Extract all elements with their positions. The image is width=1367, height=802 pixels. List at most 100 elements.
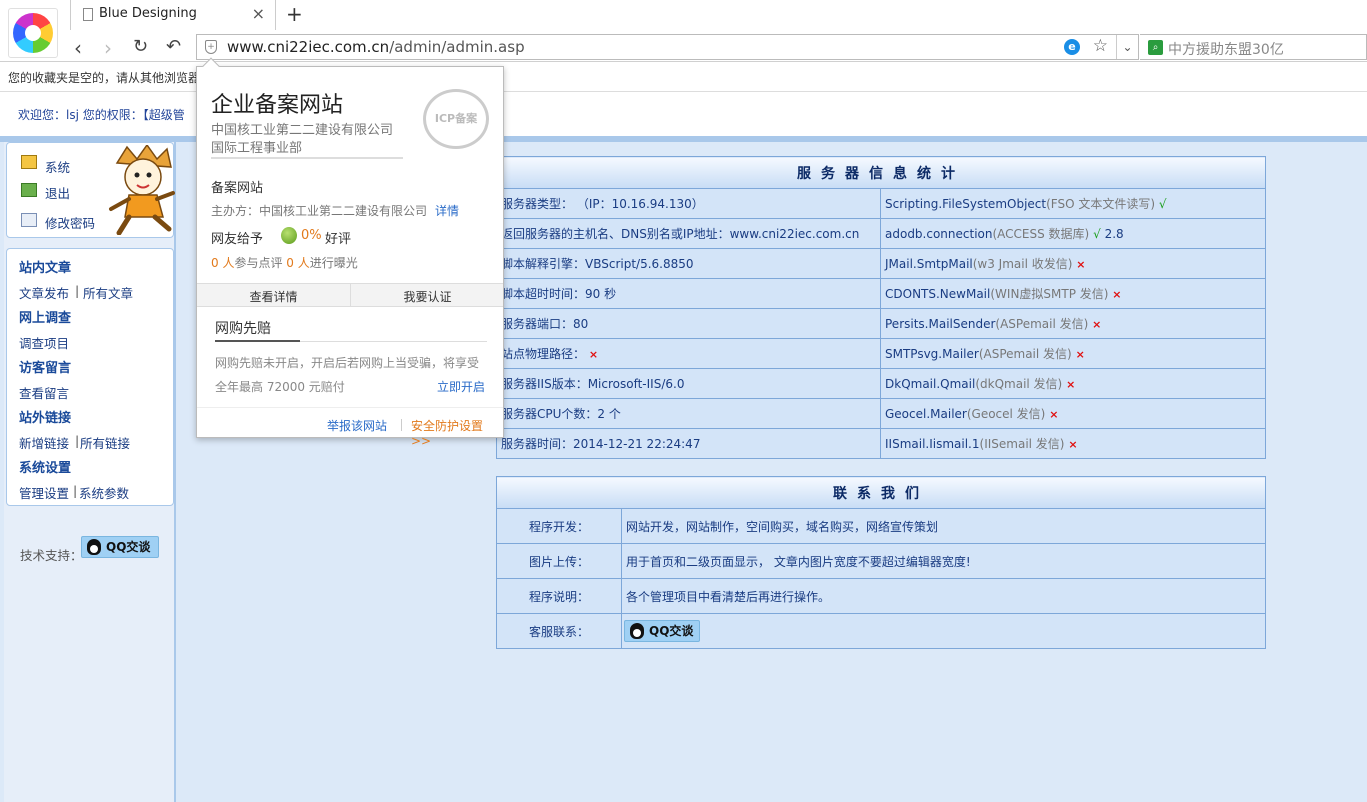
table-row: 程序说明： 各个管理项目中看清楚后再进行操作。	[496, 578, 1266, 614]
contact-label: 图片上传：	[496, 543, 622, 579]
address-bar[interactable]: + www.cni22iec.com.cn/admin/admin.asp e …	[196, 34, 1139, 60]
welcome-text: 欢迎您：lsj 您的权限：【超级管	[18, 108, 185, 122]
popup-detail-link[interactable]: 详情	[435, 204, 459, 218]
sidebar-heading-guestbook: 访客留言	[19, 361, 72, 376]
qq-chat-label: QQ交谈	[106, 540, 151, 554]
mascot-image	[109, 145, 175, 235]
contact-title: 联系我们	[496, 476, 1266, 509]
component-cell: Scripting.FileSystemObject(FSO 文本文件读写) √	[880, 188, 1266, 219]
table-row: 返回服务器的主机名、DNS别名或IP地址：www.cni22iec.com.cn…	[496, 218, 1266, 249]
shield-icon[interactable]: +	[205, 40, 217, 54]
server-info-table: 服务器信息统计 服务器类型： （IP：10.16.94.130） Scripti…	[496, 156, 1266, 459]
ie-mode-icon[interactable]: e	[1064, 39, 1080, 55]
component-cell: adodb.connection(ACCESS 数据库) √ 2.8	[880, 218, 1266, 249]
table-row: 服务器IIS版本：Microsoft-IIS/6.0 DkQmail.Qmail…	[496, 368, 1266, 399]
tab-blue-designing[interactable]: Blue Designing ×	[70, 0, 276, 30]
sidebar-link-all-articles[interactable]: 所有文章	[83, 283, 133, 302]
apple-icon	[281, 227, 297, 244]
table-row: 站点物理路径： × SMTPsvg.Mailer(ASPemail 发信) ×	[496, 338, 1266, 369]
tech-support-label: 技术支持：	[20, 548, 83, 563]
table-row: 客服联系：	[496, 613, 1266, 649]
contact-value: 网站开发，网站制作，空间购买，域名购买，网络宣传策划	[621, 508, 1266, 544]
server-info-cell: 服务器时间：2014-12-21 22:24:47	[496, 428, 881, 459]
qq-chat-label: QQ交谈	[649, 624, 694, 638]
popup-title: 企业备案网站	[211, 93, 344, 118]
chevron-down-icon[interactable]: ⌄	[1116, 35, 1138, 59]
component-cell: Geocel.Mailer(Geocel 发信) ×	[880, 398, 1266, 429]
sidebar-link-survey-items[interactable]: 调查项目	[19, 333, 69, 352]
sidebar-link-view-messages[interactable]: 查看留言	[19, 383, 69, 402]
popup-button-row: 查看详情 我要认证	[197, 283, 503, 307]
view-details-button[interactable]: 查看详情	[197, 288, 350, 305]
search-icon: ⌕	[1148, 40, 1163, 55]
download-icon	[21, 183, 37, 197]
server-info-cell: 服务器CPU个数：2 个	[496, 398, 881, 429]
table-row: 服务器类型： （IP：10.16.94.130） Scripting.FileS…	[496, 188, 1266, 219]
security-settings-link[interactable]: 安全防护设置>>	[411, 417, 503, 448]
popup-organizer: 主办方：中国核工业第二二建设有限公司 详情	[211, 204, 460, 218]
table-row: 程序开发： 网站开发，网站制作，空间购买，域名购买，网络宣传策划	[496, 508, 1266, 544]
popup-buy-max: 全年最高 72000 元赔付	[215, 380, 345, 394]
contact-value: 各个管理项目中看清楚后再进行操作。	[621, 578, 1266, 614]
table-row: 服务器CPU个数：2 个 Geocel.Mailer(Geocel 发信) ×	[496, 398, 1266, 429]
sidebar-link-add-link[interactable]: 新增链接	[19, 433, 69, 452]
favorites-empty-text: 您的收藏夹是空的，请从其他浏览器	[8, 71, 201, 85]
report-site-link[interactable]: 举报该网站	[327, 417, 387, 434]
sidebar: 系统 退出 修改密码 站内文章 文章发布 | 所有文章 网上调查 调查项目 访客…	[4, 142, 176, 802]
sidebar-link-all-links[interactable]: 所有链接	[80, 433, 130, 452]
popup-company: 中国核工业第二二建设有限公司	[211, 123, 394, 138]
table-row: 脚本超时时间：90 秒 CDONTS.NewMail(WIN虚拟SMTP 发信)…	[496, 278, 1266, 309]
new-tab-button[interactable]: +	[286, 2, 303, 26]
sidebar-heading-survey: 网上调查	[19, 311, 72, 326]
popup-stats: 0 人参与点评 0 人进行曝光	[211, 256, 358, 270]
search-box[interactable]: ⌕ 中方援助东盟30亿	[1140, 34, 1367, 60]
browser-logo-icon[interactable]	[8, 8, 58, 58]
sidebar-heading-articles: 站内文章	[19, 261, 72, 276]
pencil-icon	[21, 155, 37, 169]
sidebar-link-system-params[interactable]: 系统参数	[79, 483, 129, 502]
server-info-title: 服务器信息统计	[496, 156, 1266, 189]
contact-value	[621, 613, 1266, 649]
sidebar-menu-box: 站内文章 文章发布 | 所有文章 网上调查 调查项目 访客留言 查看留言 站外链…	[6, 248, 174, 506]
tab-title: Blue Designing	[99, 6, 197, 21]
contact-table: 联系我们 程序开发： 网站开发，网站制作，空间购买，域名购买，网络宣传策划 图片上…	[496, 476, 1266, 649]
icp-seal-icon: ICP备案	[423, 89, 489, 149]
component-cell: DkQmail.Qmail(dkQmail 发信) ×	[880, 368, 1266, 399]
star-icon[interactable]: ☆	[1093, 36, 1108, 56]
popup-department: 国际工程事业部	[211, 141, 303, 156]
sidebar-link-publish-article[interactable]: 文章发布	[19, 283, 69, 302]
popup-rating-label: 网友给予	[211, 232, 264, 247]
popup-tab-underline	[215, 340, 300, 342]
contact-label: 程序说明：	[496, 578, 622, 614]
certify-button[interactable]: 我要认证	[351, 288, 504, 305]
sidebar-heading-system-settings: 系统设置	[19, 461, 72, 476]
sidebar-link-manage-settings[interactable]: 管理设置	[19, 483, 69, 502]
penguin-icon	[630, 623, 644, 639]
server-info-cell: 服务器端口：80	[496, 308, 881, 339]
contact-qq-button[interactable]: QQ交谈	[624, 620, 700, 642]
search-input[interactable]: 中方援助东盟30亿	[1168, 39, 1284, 59]
qq-chat-button[interactable]: QQ交谈	[81, 536, 159, 558]
contact-label: 客服联系：	[496, 613, 622, 649]
refresh-icon[interactable]: ↻	[133, 36, 148, 57]
server-info-cell: 服务器IIS版本：Microsoft-IIS/6.0	[496, 368, 881, 399]
contact-value: 用于首页和二级页面显示， 文章内图片宽度不要超过编辑器宽度!	[621, 543, 1266, 579]
open-now-link[interactable]: 立即开启	[437, 378, 485, 395]
server-info-cell: 站点物理路径： ×	[496, 338, 881, 369]
back-icon[interactable]: ‹	[74, 36, 82, 60]
component-cell: JMail.SmtpMail(w3 Jmail 收发信) ×	[880, 248, 1266, 279]
popup-rating-good: 好评	[325, 232, 352, 247]
sidebar-heading-external-links: 站外链接	[19, 411, 72, 426]
sidebar-item-change-password[interactable]: 修改密码	[45, 213, 95, 232]
forward-icon[interactable]: ›	[104, 36, 112, 60]
sidebar-top-box: 系统 退出 修改密码	[6, 142, 175, 238]
undo-icon[interactable]: ↶	[166, 36, 181, 57]
close-icon[interactable]: ×	[252, 4, 265, 23]
sidebar-item-system[interactable]: 系统	[45, 157, 70, 176]
popup-section-title: 备案网站	[211, 181, 264, 196]
sidebar-item-logout[interactable]: 退出	[45, 183, 70, 202]
table-row: 服务器时间：2014-12-21 22:24:47 IISmail.Iismai…	[496, 428, 1266, 459]
component-cell: IISmail.Iismail.1(IISemail 发信) ×	[880, 428, 1266, 459]
table-row: 脚本解释引擎：VBScript/5.6.8850 JMail.SmtpMail(…	[496, 248, 1266, 279]
url-text[interactable]: www.cni22iec.com.cn/admin/admin.asp	[227, 38, 525, 56]
